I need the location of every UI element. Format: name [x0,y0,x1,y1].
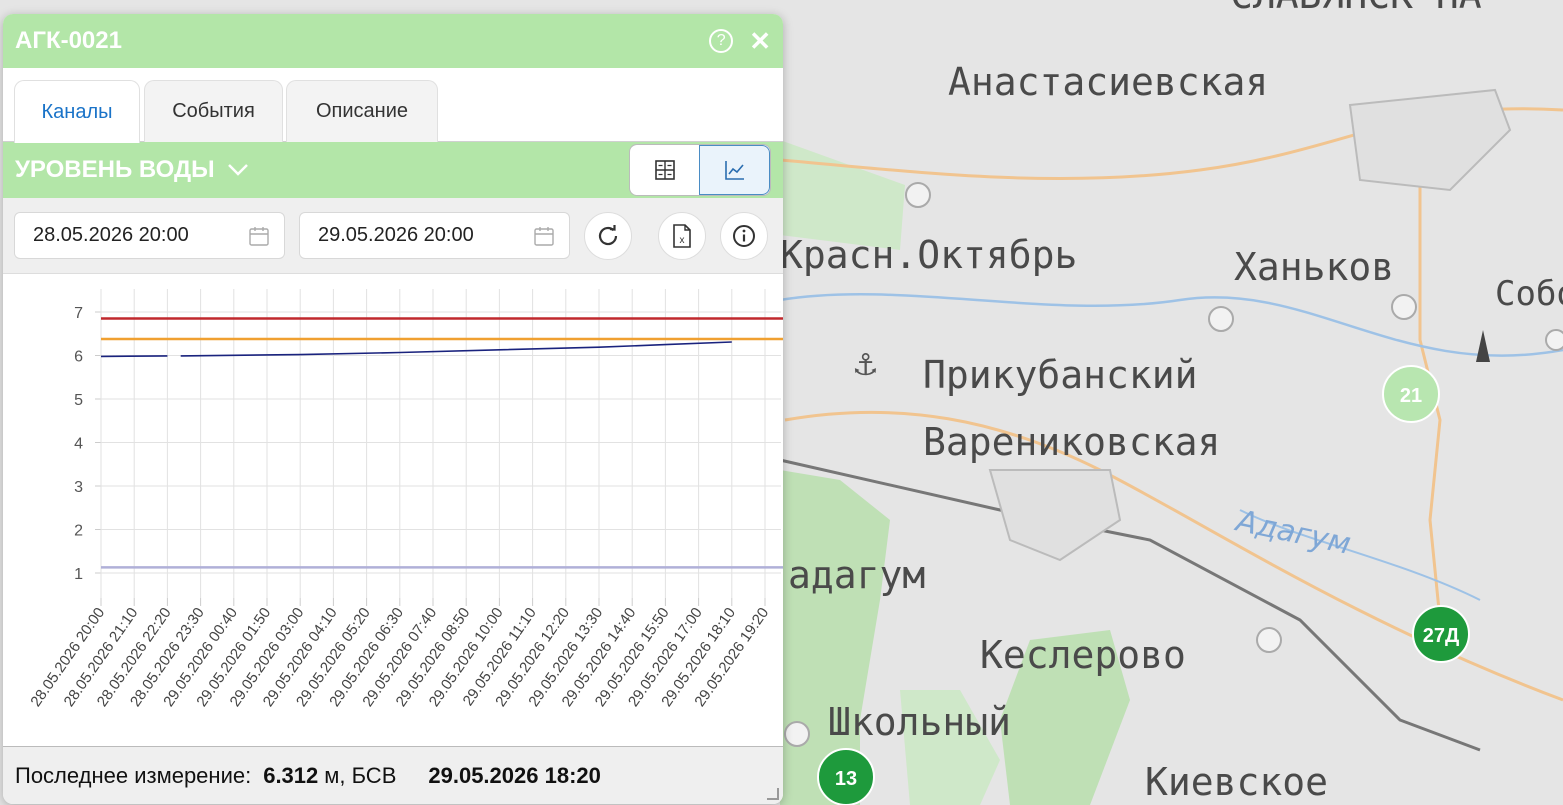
chevron-down-icon [227,164,248,176]
view-toggle [629,144,771,196]
tab-channels[interactable]: Каналы [14,80,140,143]
water-level-chart[interactable]: 1234567 28.05.2026 20:00 28.05.2026 21:10… [3,274,783,748]
date-filter-bar: 28.05.2026 20:00 29.05.2026 20:00 x [3,198,783,274]
last-measurement-unit: м, БСВ [324,762,397,788]
y-tick-label: 7 [74,305,83,322]
chart-view-icon [724,161,744,180]
chart-view-button[interactable] [699,145,770,195]
date-from-field[interactable]: 28.05.2026 20:00 [14,212,285,259]
popup-title: АГК-0021 [15,27,122,54]
map-label: Школьный [828,700,1011,744]
svg-text:21: 21 [1400,385,1422,407]
map-label: Ханьков [1234,245,1394,289]
svg-text:27Д: 27Д [1423,625,1460,647]
date-to-field[interactable]: 29.05.2026 20:00 [299,212,570,259]
last-measurement-label: Последнее измерение: [15,762,252,788]
calendar-icon [249,226,269,246]
export-excel-button[interactable]: x [658,212,706,260]
map-label: адагум [788,553,925,597]
excel-export-icon: x [673,224,691,248]
y-tick-label: 2 [74,523,83,540]
popup-header: АГК-0021 ? ✕ [3,14,783,68]
svg-text:13: 13 [835,768,857,790]
last-measurement-bar: Последнее измерение: 6.312 м, БСВ 29.05.… [3,746,783,804]
channel-name: УРОВЕНЬ ВОДЫ [15,156,215,183]
table-view-icon [654,160,675,180]
station-marker[interactable]: 21 [1382,365,1440,423]
last-measurement-time: 29.05.2026 18:20 [428,762,601,788]
svg-text:x: x [680,235,685,246]
channel-dropdown[interactable]: УРОВЕНЬ ВОДЫ [15,156,249,184]
map-label: Красн.Октябрь [780,233,1077,277]
map-label: Кеслерово [980,633,1186,677]
y-tick-label: 5 [74,392,83,409]
station-popup[interactable]: АГК-0021 ? ✕ Каналы События Описание УРО… [3,14,783,804]
date-to-value: 29.05.2026 20:00 [318,224,474,246]
tab-events[interactable]: События [144,80,283,142]
map-label: Варениковская [923,420,1220,464]
y-tick-label: 3 [74,479,83,496]
map-label: Анастасиевская [948,60,1268,104]
refresh-button[interactable] [584,212,632,260]
y-tick-label: 6 [74,349,83,366]
info-icon [733,225,755,247]
chart-canvas: 1234567 28.05.2026 20:0028.05.2026 21:10… [27,289,783,710]
map-label: Собо [1495,274,1563,314]
series-line [100,355,168,358]
close-icon[interactable]: ✕ [749,28,771,54]
channel-bar: УРОВЕНЬ ВОДЫ [3,142,783,198]
map-label: Киевское [1145,760,1328,804]
station-marker[interactable]: 13 [817,748,875,805]
date-from-value: 28.05.2026 20:00 [33,224,189,246]
help-icon[interactable]: ? [709,29,734,53]
last-measurement-value: 6.312 [263,762,319,788]
anchor-icon: ⚓ [852,348,879,383]
resize-handle[interactable] [767,788,779,800]
map-label: СЛАВЯНСК-НА [1230,0,1482,17]
y-tick-label: 4 [74,436,83,453]
tab-description[interactable]: Описание [286,80,438,142]
table-view-button[interactable] [630,145,699,195]
calendar-icon [534,226,554,246]
info-button[interactable] [720,212,768,260]
tab-bar: Каналы События Описание [3,68,783,143]
y-tick-label: 1 [74,566,83,583]
map-label: Прикубанский [923,353,1198,397]
series-line [180,341,732,357]
station-marker[interactable]: 27Д [1412,605,1470,663]
refresh-icon [598,225,618,246]
